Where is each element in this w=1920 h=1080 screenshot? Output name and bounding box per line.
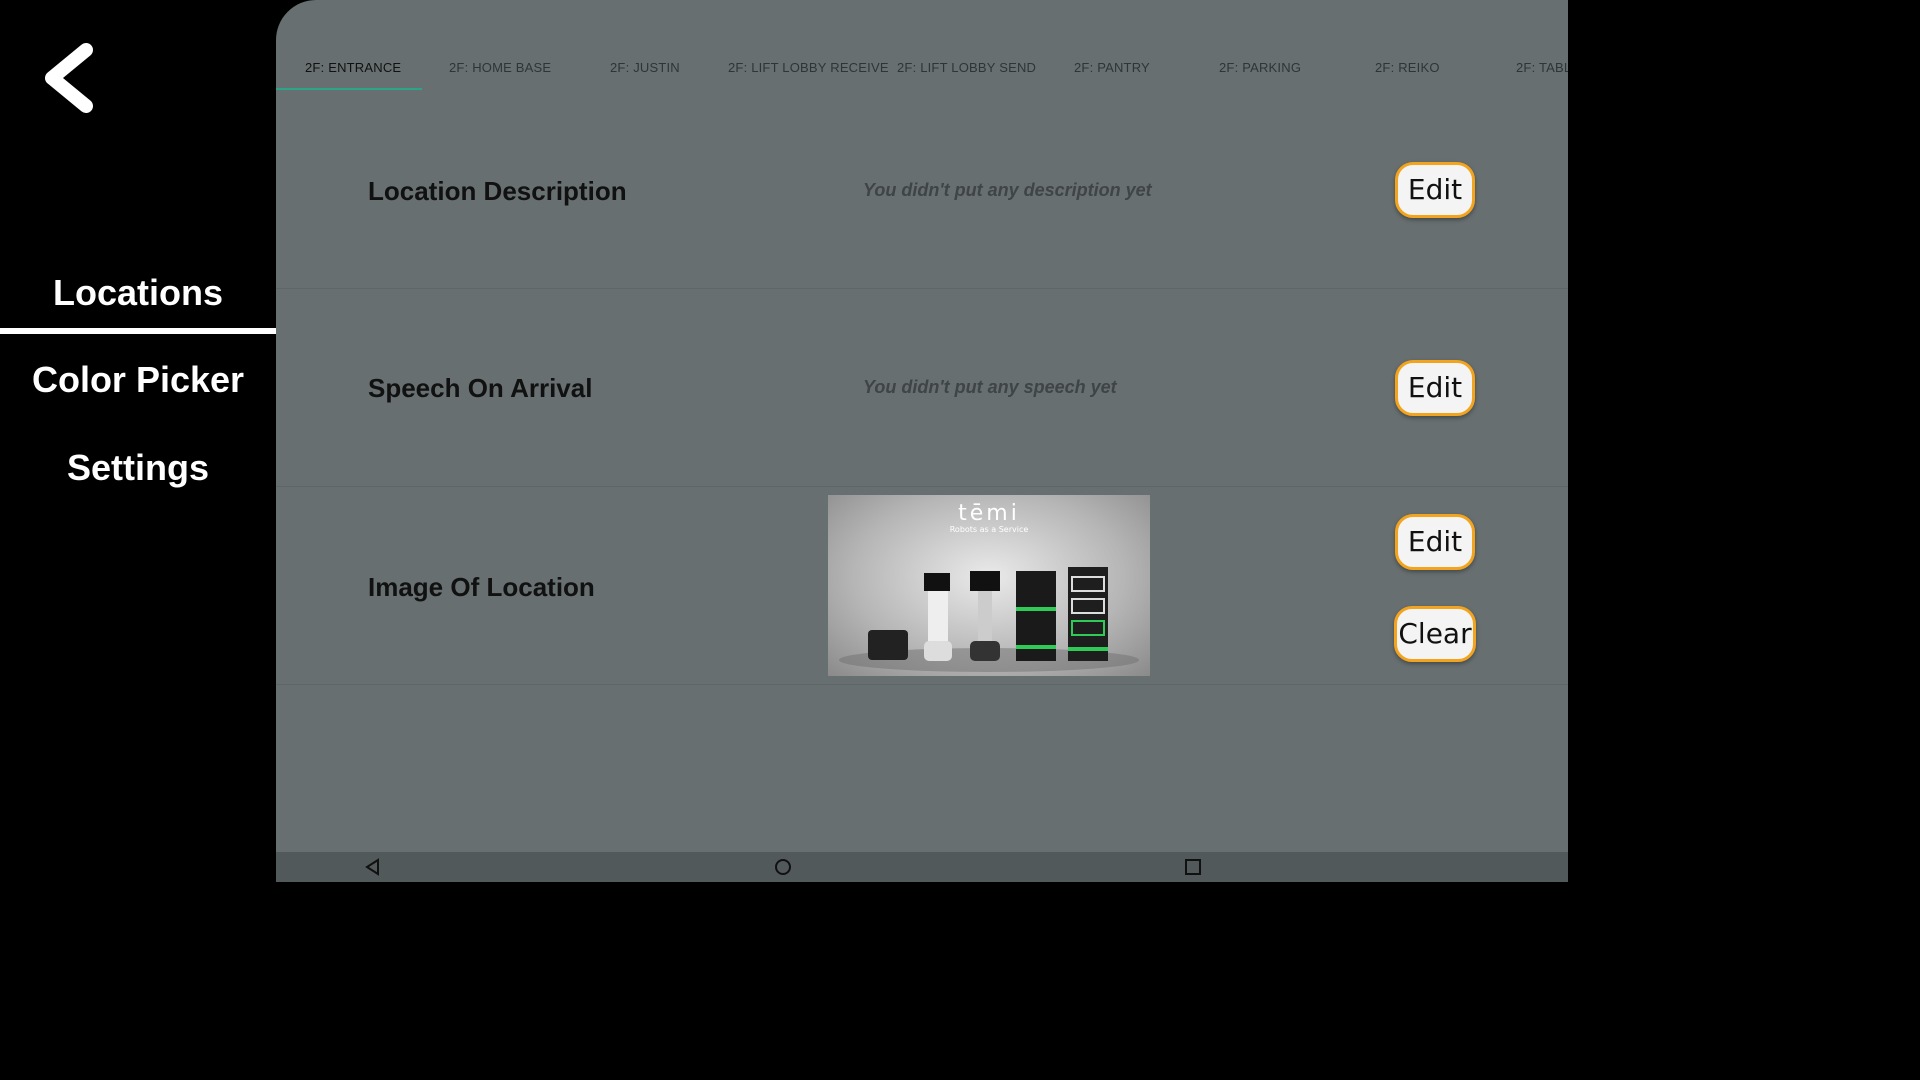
speech-on-arrival-value: You didn't put any speech yet (863, 377, 1117, 397)
speech-on-arrival-label: Speech On Arrival (368, 373, 593, 403)
location-description-label: Location Description (368, 176, 627, 206)
tab-reiko[interactable]: 2F: REIKO (1375, 60, 1440, 75)
sidebar-item-settings[interactable]: Settings (0, 447, 276, 489)
tab-tabl[interactable]: 2F: TABL (1516, 60, 1568, 75)
triangle-back-icon[interactable] (364, 858, 382, 876)
tab-lift-lobby-send[interactable]: 2F: LIFT LOBBY SEND (897, 60, 1036, 75)
tab-home-base[interactable]: 2F: HOME BASE (449, 60, 551, 75)
tab-entrance[interactable]: 2F: ENTRANCE (305, 60, 401, 75)
tab-indicator (276, 88, 422, 90)
system-navigation-bar (276, 852, 1568, 882)
chevron-left-icon (45, 43, 93, 113)
row-speech-on-arrival: Speech On Arrival You didn't put any spe… (276, 289, 1568, 487)
robots-illustration (839, 567, 1139, 672)
location-tabs: 2F: ENTRANCE 2F: HOME BASE 2F: JUSTIN 2F… (276, 0, 1568, 92)
sidebar-item-color-picker[interactable]: Color Picker (0, 359, 276, 401)
image-of-location-label: Image Of Location (368, 572, 595, 602)
edit-speech-button[interactable]: Edit (1395, 360, 1475, 416)
location-description-value: You didn't put any description yet (863, 180, 1152, 200)
square-recents-icon[interactable] (1184, 858, 1202, 876)
sidebar: Locations Color Picker Settings (0, 0, 276, 882)
row-location-description: Location Description You didn't put any … (276, 92, 1568, 289)
location-image: tēmi Robots as a Service (828, 495, 1150, 676)
sidebar-item-locations[interactable]: Locations (0, 272, 276, 334)
clear-image-button[interactable]: Clear (1394, 606, 1476, 662)
edit-image-button[interactable]: Edit (1395, 514, 1475, 570)
tab-justin[interactable]: 2F: JUSTIN (610, 60, 680, 75)
back-button[interactable] (38, 40, 102, 116)
edit-description-button[interactable]: Edit (1395, 162, 1475, 218)
tab-parking[interactable]: 2F: PARKING (1219, 60, 1301, 75)
circle-home-icon[interactable] (774, 858, 792, 876)
location-detail-panel: 2F: ENTRANCE 2F: HOME BASE 2F: JUSTIN 2F… (276, 0, 1568, 882)
tab-pantry[interactable]: 2F: PANTRY (1074, 60, 1150, 75)
tab-lift-lobby-receive[interactable]: 2F: LIFT LOBBY RECEIVE (728, 60, 889, 75)
